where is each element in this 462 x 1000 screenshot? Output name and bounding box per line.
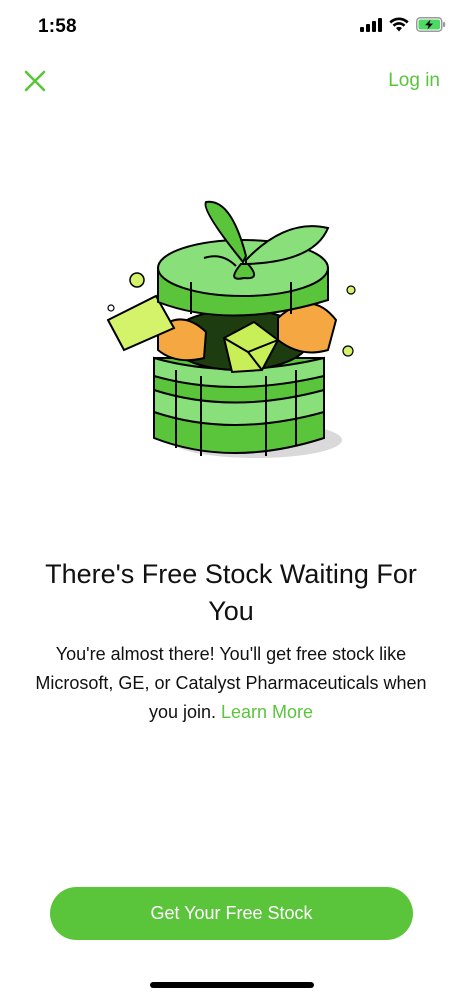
headline: There's Free Stock Waiting For You bbox=[45, 559, 417, 626]
status-bar: 1:58 bbox=[0, 0, 462, 56]
get-free-stock-button[interactable]: Get Your Free Stock bbox=[50, 887, 413, 940]
learn-more-link[interactable]: Learn More bbox=[221, 702, 313, 722]
home-indicator bbox=[150, 982, 314, 988]
battery-charging-icon bbox=[416, 17, 446, 37]
wifi-icon bbox=[389, 17, 409, 37]
description-text: You're almost there! You'll get free sto… bbox=[26, 640, 436, 727]
cellular-signal-icon bbox=[360, 17, 382, 37]
status-icons bbox=[360, 17, 446, 37]
gift-box-illustration bbox=[96, 190, 366, 470]
nav-bar: Log in bbox=[0, 56, 462, 110]
login-link[interactable]: Log in bbox=[388, 70, 440, 92]
close-icon bbox=[24, 70, 46, 97]
close-button[interactable] bbox=[18, 66, 52, 100]
status-time: 1:58 bbox=[38, 16, 77, 37]
